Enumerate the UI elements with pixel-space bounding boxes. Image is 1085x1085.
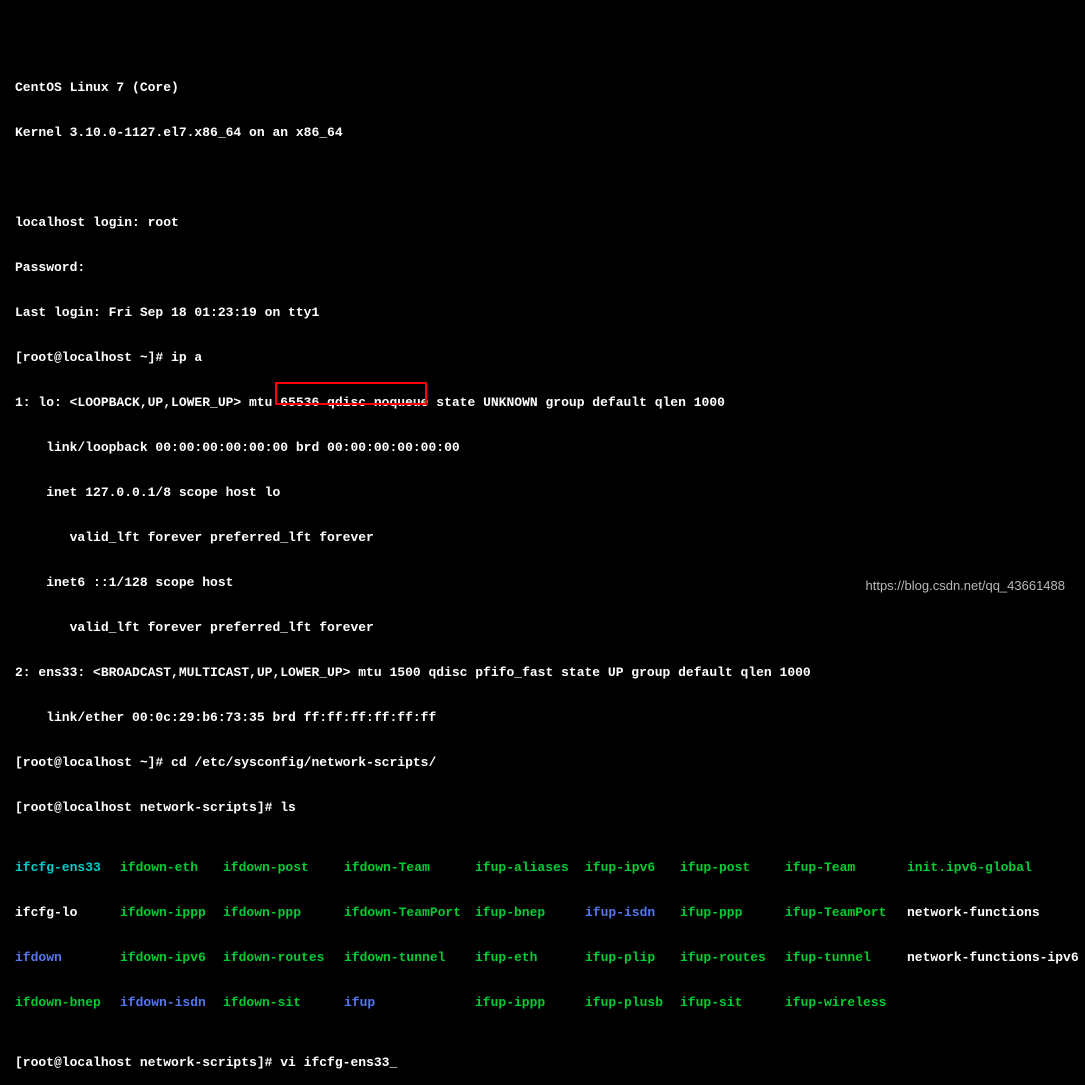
ls-item: ifcfg-ens33 — [15, 860, 120, 875]
os-banner-line2: Kernel 3.10.0-1127.el7.x86_64 on an x86_… — [15, 125, 1082, 140]
ls-item: ifup-plusb — [585, 995, 680, 1010]
ls-item: ifdown-ppp — [223, 905, 344, 920]
ls-item: ifup-routes — [680, 950, 785, 965]
ls-item: ifdown-eth — [120, 860, 223, 875]
ls-item: ifdown-Team — [344, 860, 475, 875]
ip-output: 2: ens33: <BROADCAST,MULTICAST,UP,LOWER_… — [15, 665, 1082, 680]
ls-item: ifup-ppp — [680, 905, 785, 920]
ls-item: ifup-isdn — [585, 905, 680, 920]
ip-output: link/ether 00:0c:29:b6:73:35 brd ff:ff:f… — [15, 710, 1082, 725]
ls-row: ifdown ifdown-ipv6 ifdown-routes ifdown-… — [15, 950, 1082, 965]
ls-item: ifdown-isdn — [120, 995, 223, 1010]
ls-row: ifcfg-ens33 ifdown-eth ifdown-post ifdow… — [15, 860, 1082, 875]
ls-item: ifdown-sit — [223, 995, 344, 1010]
ls-item: ifup-post — [680, 860, 785, 875]
cmd-ls: [root@localhost network-scripts]# ls — [15, 800, 1082, 815]
cmd-ip-a: [root@localhost ~]# ip a — [15, 350, 1082, 365]
ls-item — [907, 995, 1082, 1010]
ls-item: ifdown-bnep — [15, 995, 120, 1010]
ip-output: valid_lft forever preferred_lft forever — [15, 530, 1082, 545]
ls-item: ifup — [344, 995, 475, 1010]
login-prompt: localhost login: root — [15, 215, 1082, 230]
ls-item: ifup-tunnel — [785, 950, 907, 965]
ip-output: link/loopback 00:00:00:00:00:00 brd 00:0… — [15, 440, 1082, 455]
ls-item: ifdown-ippp — [120, 905, 223, 920]
ls-item: ifup-ippp — [475, 995, 585, 1010]
cursor-icon: _ — [389, 1055, 397, 1070]
ls-item: ifdown-TeamPort — [344, 905, 475, 920]
ls-item: network-functions — [907, 905, 1082, 920]
ls-item: ifcfg-lo — [15, 905, 120, 920]
ls-row: ifcfg-lo ifdown-ippp ifdown-ppp ifdown-T… — [15, 905, 1082, 920]
ls-item: ifup-Team — [785, 860, 907, 875]
ls-item: ifup-plip — [585, 950, 680, 965]
last-login: Last login: Fri Sep 18 01:23:19 on tty1 — [15, 305, 1082, 320]
os-banner-line1: CentOS Linux 7 (Core) — [15, 80, 1082, 95]
ls-item: network-functions-ipv6 — [907, 950, 1082, 965]
ls-item: ifdown-routes — [223, 950, 344, 965]
ls-item: ifup-bnep — [475, 905, 585, 920]
ls-item: ifdown-tunnel — [344, 950, 475, 965]
terminal-output[interactable]: CentOS Linux 7 (Core) Kernel 3.10.0-1127… — [15, 50, 1082, 1085]
cmd-cd: [root@localhost ~]# cd /etc/sysconfig/ne… — [15, 755, 1082, 770]
ls-item: ifdown-ipv6 — [120, 950, 223, 965]
ls-item: ifup-TeamPort — [785, 905, 907, 920]
ip-output: inet 127.0.0.1/8 scope host lo — [15, 485, 1082, 500]
watermark: https://blog.csdn.net/qq_43661488 — [866, 578, 1066, 593]
ip-output: 1: lo: <LOOPBACK,UP,LOWER_UP> mtu 65536 … — [15, 395, 1082, 410]
ls-item: ifup-ipv6 — [585, 860, 680, 875]
ls-item: ifup-eth — [475, 950, 585, 965]
ip-output: valid_lft forever preferred_lft forever — [15, 620, 1082, 635]
cmd-vi[interactable]: [root@localhost network-scripts]# vi ifc… — [15, 1055, 1082, 1070]
ls-item: ifup-wireless — [785, 995, 907, 1010]
ls-item: ifdown-post — [223, 860, 344, 875]
ls-item: ifdown — [15, 950, 120, 965]
ls-item: ifup-aliases — [475, 860, 585, 875]
ls-item: ifup-sit — [680, 995, 785, 1010]
ls-row: ifdown-bnep ifdown-isdn ifdown-sit ifup … — [15, 995, 1082, 1010]
ls-item: init.ipv6-global — [907, 860, 1082, 875]
password-prompt: Password: — [15, 260, 1082, 275]
